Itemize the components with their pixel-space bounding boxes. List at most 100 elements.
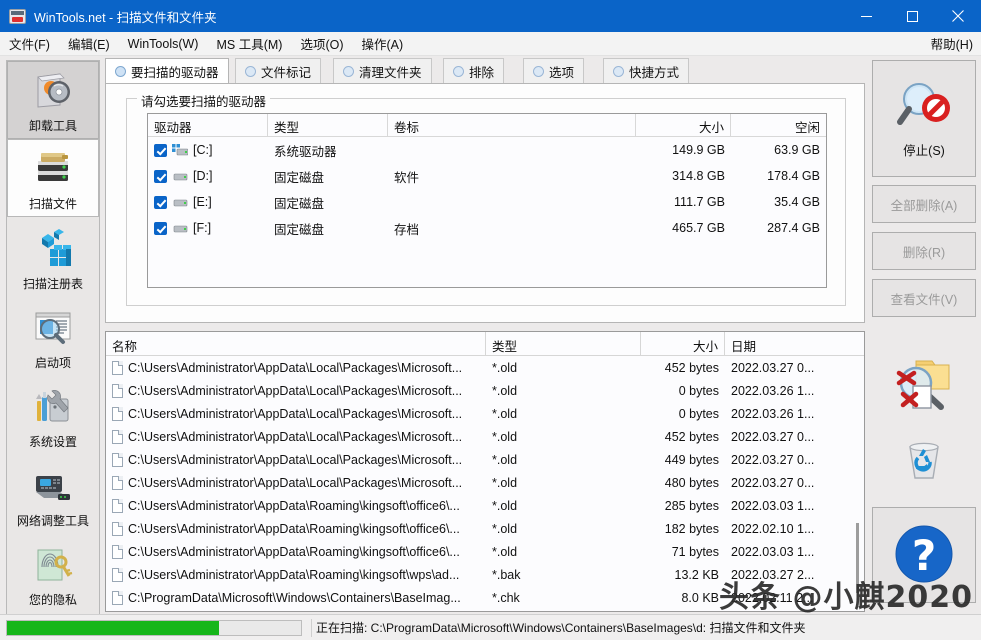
table-row[interactable]: C:\Users\Administrator\AppData\Local\Pac… [106, 425, 864, 448]
table-row[interactable]: C:\Users\Administrator\AppData\Local\Pac… [106, 471, 864, 494]
table-row[interactable]: C:\Users\Administrator\AppData\Roaming\k… [106, 540, 864, 563]
file-name-cell: C:\Users\Administrator\AppData\Local\Pac… [106, 475, 486, 490]
tab-clean-folders[interactable]: 清理文件夹 [333, 58, 432, 84]
tab-label: 文件标记 [261, 66, 312, 80]
scrollbar-thumb[interactable] [856, 523, 859, 593]
file-size: 480 bytes [664, 475, 719, 490]
tab-options[interactable]: 选项 [523, 58, 585, 84]
drives-table[interactable]: 驱动器 类型 卷标 大小 空闲 [C:] 系统驱动器 149.9 GB 63.9… [147, 113, 827, 288]
drive-size: 111.7 GB [674, 195, 725, 209]
stop-button[interactable]: 停止(S) [872, 60, 976, 177]
recycle-bin-button[interactable] [872, 435, 976, 491]
tab-exclude[interactable]: 排除 [443, 58, 505, 84]
file-list-scrollbar[interactable] [853, 333, 863, 611]
sidebar-item-uninstall-tool[interactable]: 卸载工具 [7, 61, 99, 139]
col-size[interactable]: 大小 [636, 114, 731, 136]
file-name: C:\Users\Administrator\AppData\Roaming\k… [128, 567, 460, 582]
tab-shortcuts[interactable]: 快捷方式 [603, 58, 690, 84]
minimize-icon[interactable] [843, 0, 889, 32]
file-name-cell: C:\ProgramData\Microsoft\Windows\Contain… [106, 590, 486, 605]
file-size: 452 bytes [664, 360, 719, 375]
delete-button[interactable]: 删除(R) [872, 232, 976, 270]
recycle-bin-icon [900, 438, 948, 489]
tab-file-markers[interactable]: 文件标记 [235, 58, 322, 84]
file-name: C:\Users\Administrator\AppData\Roaming\k… [128, 498, 460, 513]
file-icon [112, 383, 123, 398]
menu-file[interactable]: 文件(F) [0, 32, 59, 55]
drive-checkbox[interactable] [154, 169, 167, 183]
sidebar-item-network-tuner[interactable]: 网络调整工具 [7, 455, 99, 533]
table-row[interactable]: C:\Users\Administrator\AppData\Roaming\k… [106, 563, 864, 586]
file-size: 8.0 KB [681, 590, 719, 605]
fixed-drive-icon [172, 170, 188, 182]
sidebar-item-scan-files[interactable]: 扫描文件 [7, 139, 99, 217]
folder-search-button[interactable] [872, 345, 976, 431]
maximize-icon[interactable] [889, 0, 935, 32]
file-size: 71 bytes [671, 544, 719, 559]
drive-checkbox[interactable] [154, 195, 167, 209]
col-drive[interactable]: 驱动器 [148, 114, 268, 136]
col-type[interactable]: 类型 [268, 114, 388, 136]
menu-edit[interactable]: 编辑(E) [59, 32, 119, 55]
file-name-cell: C:\Users\Administrator\AppData\Roaming\k… [106, 567, 486, 582]
tab-drives-to-scan[interactable]: 要扫描的驱动器 [105, 58, 229, 84]
startup-items-icon [30, 308, 76, 352]
col-size[interactable]: 大小 [641, 332, 725, 355]
col-free[interactable]: 空闲 [731, 114, 826, 136]
file-list-table[interactable]: 名称 类型 大小 日期 C:\Users\Administrator\AppDa… [105, 331, 865, 612]
file-date: 2022.03.26 1... [731, 406, 815, 421]
sidebar-item-system-settings[interactable]: 系统设置 [7, 376, 99, 454]
table-row[interactable]: [C:] 系统驱动器 149.9 GB 63.9 GB [148, 137, 826, 163]
menu-actions[interactable]: 操作(A) [353, 32, 413, 55]
menu-options[interactable]: 选项(O) [291, 32, 352, 55]
file-date: 2022.03.27 0... [731, 475, 815, 490]
view-file-button[interactable]: 查看文件(V) [872, 279, 976, 317]
menu-wintools[interactable]: WinTools(W) [119, 35, 208, 53]
sidebar-item-label: 网络调整工具 [16, 514, 89, 528]
file-type: *.old [492, 475, 518, 490]
table-row[interactable]: C:\Users\Administrator\AppData\Local\Pac… [106, 448, 864, 471]
close-icon[interactable] [935, 0, 981, 32]
menu-help[interactable]: 帮助(H) [922, 32, 981, 55]
progress-fill [7, 620, 219, 635]
table-row[interactable]: C:\Users\Administrator\AppData\Local\Pac… [106, 379, 864, 402]
help-button[interactable]: ? [872, 507, 976, 603]
col-name[interactable]: 名称 [106, 332, 486, 355]
table-row[interactable]: C:\Users\Administrator\AppData\Roaming\k… [106, 517, 864, 540]
table-row[interactable]: C:\ProgramData\Microsoft\Windows\Contain… [106, 586, 864, 609]
table-row[interactable]: C:\Users\Administrator\AppData\Roaming\k… [106, 494, 864, 517]
scan-registry-icon [30, 229, 76, 273]
col-type[interactable]: 类型 [486, 332, 641, 355]
table-row[interactable]: [D:] 固定磁盘 软件 314.8 GB 178.4 GB [148, 163, 826, 189]
file-name: C:\Users\Administrator\AppData\Local\Pac… [128, 383, 463, 398]
file-name: C:\Users\Administrator\AppData\Local\Pac… [128, 475, 463, 490]
delete-all-button[interactable]: 全部删除(A) [872, 185, 976, 223]
menu-ms-tools[interactable]: MS 工具(M) [207, 32, 291, 55]
col-date[interactable]: 日期 [725, 332, 855, 355]
sidebar-item-label: 扫描注册表 [22, 277, 83, 291]
table-row[interactable]: [F:] 固定磁盘 存档 465.7 GB 287.4 GB [148, 215, 826, 241]
col-volume[interactable]: 卷标 [388, 114, 636, 136]
file-name-cell: C:\Users\Administrator\AppData\Local\Pac… [106, 452, 486, 467]
tab-radio-icon [115, 66, 126, 77]
status-text: 正在扫描: C:\ProgramData\Microsoft\Windows\C… [311, 618, 981, 637]
drive-volume: 软件 [394, 170, 420, 185]
sidebar-item-scan-registry[interactable]: 扫描注册表 [7, 218, 99, 296]
sidebar-item-privacy[interactable]: 您的隐私 [7, 534, 99, 612]
drive-checkbox[interactable] [154, 221, 167, 235]
stop-button-label: 停止(S) [903, 144, 945, 158]
drive-free: 35.4 GB [774, 195, 820, 209]
file-type: *.old [492, 406, 518, 421]
file-name-cell: C:\Users\Administrator\AppData\Roaming\k… [106, 498, 486, 513]
tab-label: 排除 [469, 66, 495, 80]
table-row[interactable]: [E:] 固定磁盘 111.7 GB 35.4 GB [148, 189, 826, 215]
file-size: 0 bytes [678, 383, 719, 398]
drive-checkbox[interactable] [154, 143, 167, 157]
sidebar-item-startup-items[interactable]: 启动项 [7, 297, 99, 375]
tab-radio-icon [343, 66, 354, 77]
drive-size: 149.9 GB [672, 143, 725, 157]
table-row[interactable]: C:\Users\Administrator\AppData\Local\Pac… [106, 402, 864, 425]
tab-radio-icon [245, 66, 256, 77]
table-row[interactable]: C:\Users\Administrator\AppData\Local\Pac… [106, 356, 864, 379]
file-type: *.chk [492, 590, 520, 605]
